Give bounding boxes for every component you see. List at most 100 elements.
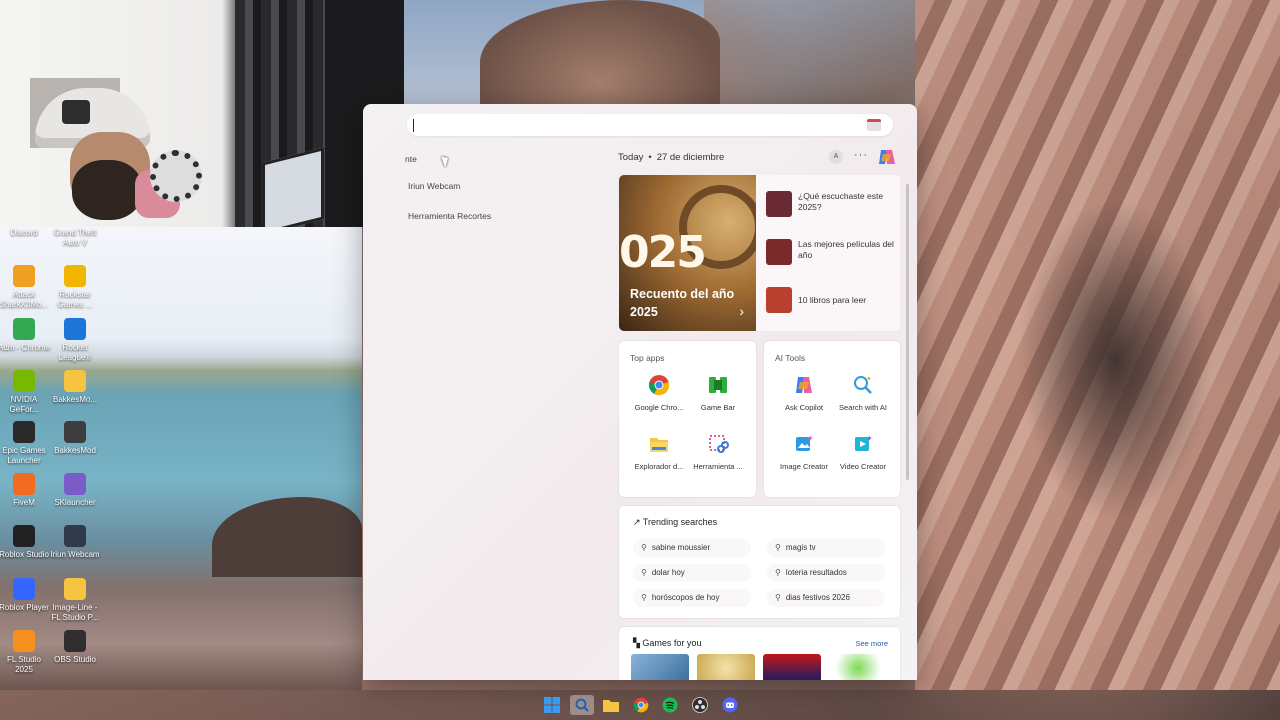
hero-title: Recuento del año 2025 [630,287,735,319]
trending-header: ↗ Trending searches [633,517,717,528]
desktop-icon[interactable]: BakkesMod [49,421,101,456]
trending-chip[interactable]: ⚲ horóscopos de hoy [633,589,751,607]
search-icon: ⚲ [775,543,781,552]
trending-chip[interactable]: ⚲ dias festivos 2026 [767,589,885,607]
desktop-icon-label: FiveM [13,498,35,507]
obs-icon[interactable] [690,695,710,715]
calendar-icon[interactable] [867,119,881,131]
webcam-overlay [0,0,404,227]
recent-item[interactable]: Herramienta Recortes [408,211,491,221]
copilot-icon[interactable] [877,148,897,166]
recap-item-text: 10 libros para leer [798,295,867,305]
trending-chip[interactable]: ⚲ sabine moussier [633,539,751,557]
desktop-icon[interactable]: OBS Studio [49,630,101,665]
tool-ask-copilot[interactable]: Ask Copilot [774,374,834,412]
search-icon[interactable] [570,695,594,715]
desktop-icon-label: Attack SharkX3Mo... [0,290,49,309]
desktop-icon-label: Grand Theft Auto V [53,228,97,247]
today-label: Today [618,152,644,163]
search-icon: ⚲ [641,543,647,552]
game-thumbnail[interactable] [697,654,755,680]
tool-video-creator[interactable]: ✦ Video Creator [833,433,893,471]
desktop-icon[interactable]: SKlauncher [49,473,101,508]
windows-start-icon[interactable] [542,695,562,715]
desktop-icon-label: Rockstar Games ... [57,290,93,309]
image-creator-icon: ✦ [793,433,815,455]
copilot-icon [793,374,815,396]
desktop-icon-label: Roblox Studio [0,550,49,559]
tool-image-creator[interactable]: ✦ Image Creator [774,433,834,471]
epic-games-icon [13,421,35,443]
desktop-icon[interactable]: Image-Line - FL Studio P... [49,578,101,622]
desktop-icon[interactable]: FiveM [0,473,50,508]
desktop-icon-label: Discord [10,228,38,237]
discord-icon[interactable] [720,695,740,715]
tool-label: Search with AI [839,403,887,412]
recap-item[interactable]: ¿Qué escuchaste este 2025? [766,191,894,217]
desktop-icon-label: Epic Games Launcher [2,446,46,465]
app-game-bar[interactable]: Game Bar [688,374,748,412]
folder-icon [64,578,86,600]
app-snipping-tool[interactable]: Herramienta ... [688,433,748,471]
chevron-right-icon: › [739,303,744,319]
desktop-icon[interactable]: Adm - Chrome [0,318,50,353]
recap-item[interactable]: Las mejores películas del año [766,239,894,265]
game-thumbnail[interactable] [763,654,821,680]
recent-label: nte [405,154,417,164]
app-file-explorer[interactable]: Explorador d... [629,433,689,471]
spotify-icon[interactable] [660,695,680,715]
app-google-chrome[interactable]: Google Chro... [629,374,689,412]
svg-text:✦: ✦ [807,434,814,443]
desktop-icon[interactable]: FL Studio 2025 [0,630,50,674]
tool-label: Video Creator [839,462,887,471]
app-label: Google Chro... [634,403,684,412]
nvidia-icon [13,370,35,392]
search-input[interactable] [407,114,893,136]
desktop-icon-label: OBS Studio [54,655,96,664]
desktop-icon[interactable]: Iriun Webcam [49,525,101,560]
top-apps-label: Top apps [630,353,665,363]
desktop-icon[interactable]: Discord [0,228,50,238]
trending-chip[interactable]: ⚲ dolar hoy [633,564,751,582]
recap-thumbnail [766,191,792,217]
game-thumbnail[interactable] [631,654,689,680]
game-thumbnail[interactable] [829,654,887,680]
desktop-icon[interactable]: Grand Theft Auto V [49,228,101,247]
desktop-icon[interactable]: Epic Games Launcher [0,421,50,465]
more-options-button[interactable]: ··· [854,149,868,161]
file-explorer-icon[interactable] [601,695,621,715]
snipping-tool-icon [707,433,729,455]
desktop-icon[interactable]: Roblox Studio [0,525,50,560]
chrome-icon[interactable] [631,695,651,715]
desktop-icon[interactable]: Rockstar Games ... [49,265,101,309]
desktop-icon[interactable]: Attack SharkX3Mo... [0,265,50,309]
hero-year: 025 [619,227,707,278]
see-more-link[interactable]: See more [855,639,888,648]
user-avatar[interactable]: A [829,150,843,164]
recent-item[interactable]: Iriun Webcam [408,181,460,191]
tool-label: Image Creator [780,462,828,471]
svg-text:✦: ✦ [866,434,873,443]
desktop-icon[interactable]: BakkesMo... [49,370,101,405]
recap-item-text: Las mejores películas del año [798,239,894,260]
text-caret [413,119,414,132]
trending-chip[interactable]: ⚲ loteria resultados [767,564,885,582]
year-recap-card[interactable]: 025 Recuento del año 2025 › [619,175,756,331]
panel-scrollbar[interactable] [906,184,909,480]
desktop-icon-label: Image-Line - FL Studio P... [51,603,99,622]
trending-up-icon: ↗ [633,517,643,527]
search-icon: ⚲ [641,593,647,602]
app-label: Herramienta ... [693,462,743,471]
bakkesmod-icon [64,421,86,443]
desktop-icon-label: Rocket League® [58,343,92,362]
tool-search-with-ai[interactable]: ✦ Search with AI [833,374,893,412]
desktop-icon-label: BakkesMod [54,446,96,455]
desktop-icon-label: FL Studio 2025 [7,655,41,674]
chrome-icon [13,318,35,340]
desktop-icon[interactable]: NVIDIA GeFor... [0,370,50,414]
desktop-icon[interactable]: Roblox Player [0,578,50,613]
recap-item[interactable]: 10 libros para leer [766,287,894,313]
trending-chip[interactable]: ⚲ magis tv [767,539,885,557]
desktop-icon[interactable]: Rocket League® [49,318,101,362]
attack-shark-icon [13,265,35,287]
